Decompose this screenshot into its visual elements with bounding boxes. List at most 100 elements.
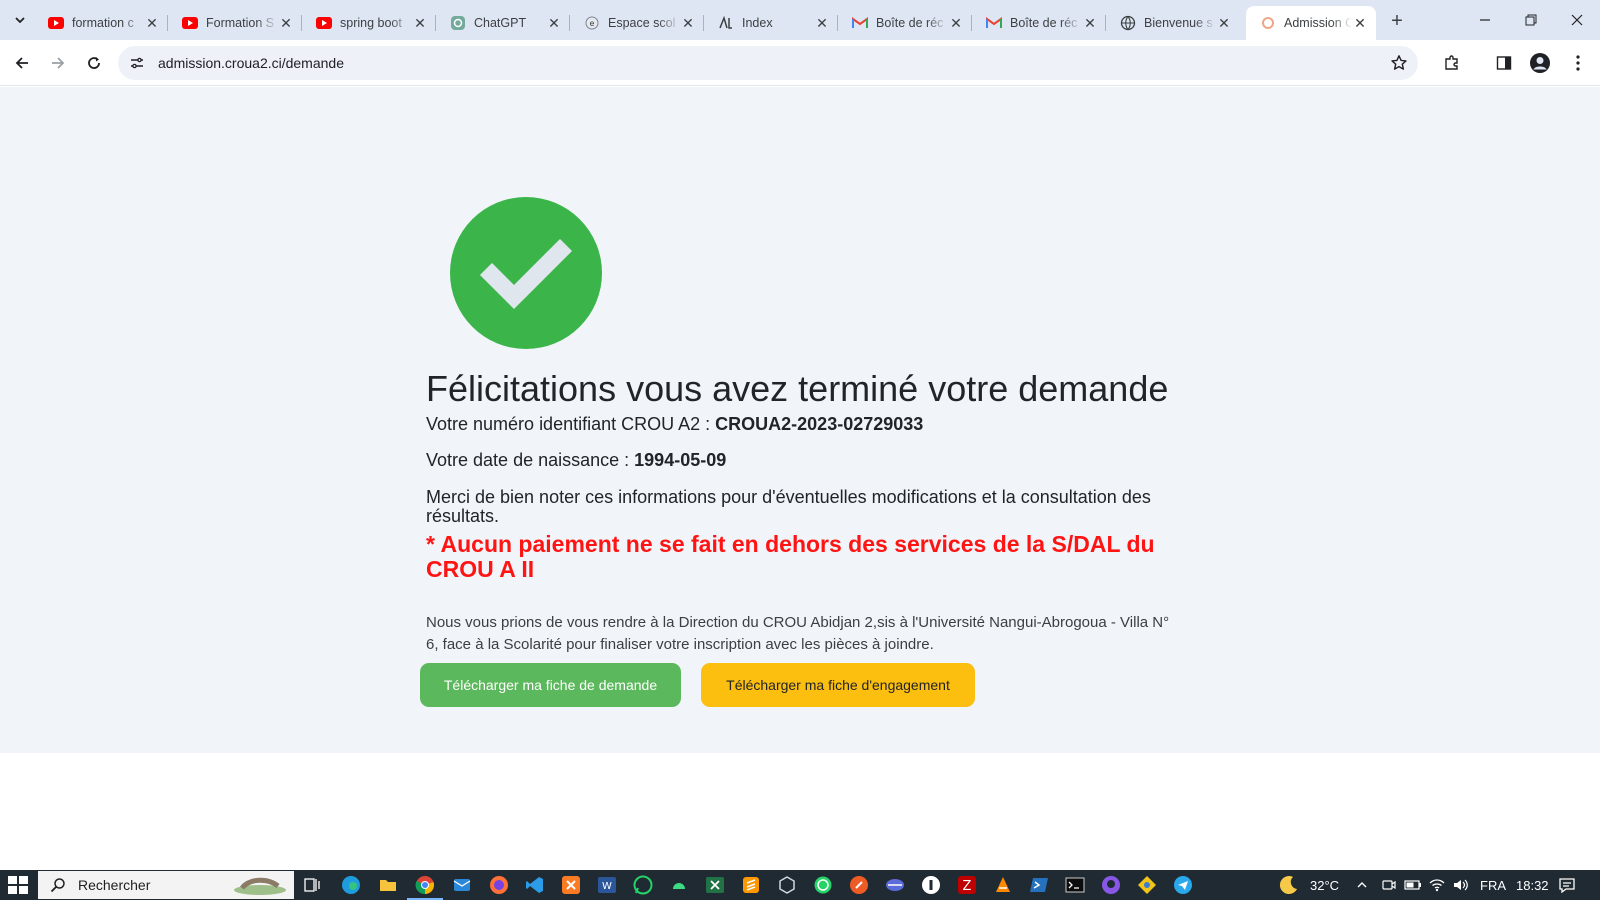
birthdate-value: 1994-05-09 xyxy=(634,450,727,470)
volume-icon[interactable] xyxy=(1452,870,1470,900)
close-icon[interactable]: ✕ xyxy=(278,15,294,31)
site-info-icon[interactable] xyxy=(126,52,148,74)
mail-icon[interactable] xyxy=(452,875,472,895)
menu-kebab-icon[interactable] xyxy=(1564,49,1592,77)
telegram-icon[interactable] xyxy=(1173,875,1193,895)
address-bar[interactable]: admission.croua2.ci/demande xyxy=(118,46,1418,80)
tab-title: Espace scol xyxy=(608,16,676,30)
android-studio-icon[interactable] xyxy=(669,875,689,895)
app-icon-2[interactable] xyxy=(921,875,941,895)
whatsapp-icon[interactable] xyxy=(633,875,653,895)
tab-gmail-1[interactable]: Boîte de réc ✕ xyxy=(838,6,972,40)
excel-icon[interactable] xyxy=(705,875,725,895)
tab-title: Index xyxy=(742,16,773,30)
tab-bienvenue[interactable]: Bienvenue s ✕ xyxy=(1106,6,1240,40)
tab-spring-boot[interactable]: spring boot ✕ xyxy=(302,6,436,40)
virtualbox-icon[interactable] xyxy=(777,875,797,895)
battery-icon[interactable] xyxy=(1404,870,1422,900)
forward-button[interactable] xyxy=(44,49,72,77)
download-engagement-button[interactable]: Télécharger ma fiche d'engagement xyxy=(701,663,975,707)
chevron-down-icon xyxy=(15,17,25,24)
youtube-icon xyxy=(48,15,64,31)
whatsapp-desktop-icon[interactable] xyxy=(813,875,833,895)
moon-icon xyxy=(1279,876,1297,895)
close-icon[interactable]: ✕ xyxy=(814,15,830,31)
restore-icon xyxy=(1525,14,1537,26)
tab-title: Boîte de réc xyxy=(876,16,944,30)
meet-now-icon[interactable] xyxy=(1381,870,1397,900)
close-window-button[interactable] xyxy=(1554,0,1600,40)
vscode-icon[interactable] xyxy=(525,875,545,895)
identifier-line: Votre numéro identifiant CROU A2 : CROUA… xyxy=(426,414,923,435)
youtube-icon xyxy=(316,15,332,31)
new-tab-button[interactable]: + xyxy=(1384,8,1410,34)
tab-chatgpt[interactable]: ChatGPT ✕ xyxy=(436,6,570,40)
close-icon[interactable]: ✕ xyxy=(412,15,428,31)
weather-temperature: 32°C xyxy=(1310,877,1340,893)
page-title: Félicitations vous avez terminé votre de… xyxy=(426,368,1169,409)
tab-formation-c[interactable]: formation c ✕ xyxy=(34,6,168,40)
file-explorer-icon[interactable] xyxy=(378,875,398,895)
tab-title: formation c xyxy=(72,16,134,30)
tray-chevron-up-icon[interactable] xyxy=(1356,870,1368,900)
windows-start-icon[interactable] xyxy=(8,876,28,894)
taskbar-search-box[interactable]: Rechercher xyxy=(38,871,294,899)
tab-title: ChatGPT xyxy=(474,16,527,30)
gmail-icon xyxy=(986,15,1002,31)
gmail-icon xyxy=(852,15,868,31)
close-icon[interactable]: ✕ xyxy=(1216,15,1232,31)
input-language[interactable]: FRA xyxy=(1480,870,1506,900)
bookmark-star-icon[interactable] xyxy=(1388,52,1410,74)
tab-index[interactable]: Index ✕ xyxy=(704,6,838,40)
filezilla-icon[interactable]: Z xyxy=(957,875,977,895)
close-icon[interactable]: ✕ xyxy=(1082,15,1098,31)
back-button[interactable] xyxy=(8,49,36,77)
minimize-button[interactable] xyxy=(1462,0,1508,40)
birthdate-line: Votre date de naissance : 1994-05-09 xyxy=(426,450,726,471)
tab-admission-active[interactable]: Admission C ✕ xyxy=(1246,6,1376,40)
close-icon[interactable]: ✕ xyxy=(144,15,160,31)
extensions-icon[interactable] xyxy=(1438,49,1466,77)
birthdate-label: Votre date de naissance : xyxy=(426,450,635,470)
app-icon-3[interactable] xyxy=(1137,875,1157,895)
notification-icon[interactable] xyxy=(1558,870,1576,900)
clock-time[interactable]: 18:32 xyxy=(1516,870,1549,900)
youtube-icon xyxy=(182,15,198,31)
wifi-icon[interactable] xyxy=(1428,870,1446,900)
side-panel-icon[interactable] xyxy=(1490,49,1518,77)
chrome-icon[interactable] xyxy=(407,875,443,900)
vlc-icon[interactable] xyxy=(993,875,1013,895)
close-icon[interactable]: ✕ xyxy=(948,15,964,31)
edge-icon[interactable] xyxy=(341,875,361,895)
tab-search-button[interactable] xyxy=(8,8,32,32)
payment-warning: * Aucun paiement ne se fait en dehors de… xyxy=(426,531,1155,582)
chatgpt-icon xyxy=(450,15,466,31)
task-view-icon[interactable] xyxy=(302,875,322,895)
reload-button[interactable] xyxy=(80,49,108,77)
xampp-icon[interactable] xyxy=(561,875,581,895)
terminal-icon[interactable] xyxy=(1065,875,1085,895)
close-icon[interactable]: ✕ xyxy=(1352,15,1368,31)
tab-strip: formation c ✕ Formation S ✕ spring boot … xyxy=(0,0,1600,40)
weather-widget[interactable]: 32°C xyxy=(1278,870,1339,900)
close-icon xyxy=(1571,14,1583,26)
tab-title: spring boot xyxy=(340,16,402,30)
download-demande-button[interactable]: Télécharger ma fiche de demande xyxy=(420,663,681,707)
tab-gmail-2[interactable]: Boîte de réc ✕ xyxy=(972,6,1106,40)
word-icon[interactable]: W xyxy=(597,875,617,895)
app-icon[interactable] xyxy=(885,875,905,895)
sublime-icon[interactable] xyxy=(741,875,761,895)
tab-espace-scol[interactable]: e Espace scol ✕ xyxy=(570,6,704,40)
tab-formation-s[interactable]: Formation S ✕ xyxy=(168,6,302,40)
firefox-icon[interactable] xyxy=(489,875,509,895)
github-desktop-icon[interactable] xyxy=(1101,875,1121,895)
arrow-right-icon xyxy=(52,57,65,69)
powershell-icon[interactable] xyxy=(1029,875,1049,895)
close-icon[interactable]: ✕ xyxy=(546,15,562,31)
restore-button[interactable] xyxy=(1508,0,1554,40)
taskbar-search-label: Rechercher xyxy=(78,877,151,893)
close-icon[interactable]: ✕ xyxy=(680,15,696,31)
profile-avatar[interactable] xyxy=(1526,49,1554,77)
school-icon: e xyxy=(584,15,600,31)
postman-icon[interactable] xyxy=(849,875,869,895)
